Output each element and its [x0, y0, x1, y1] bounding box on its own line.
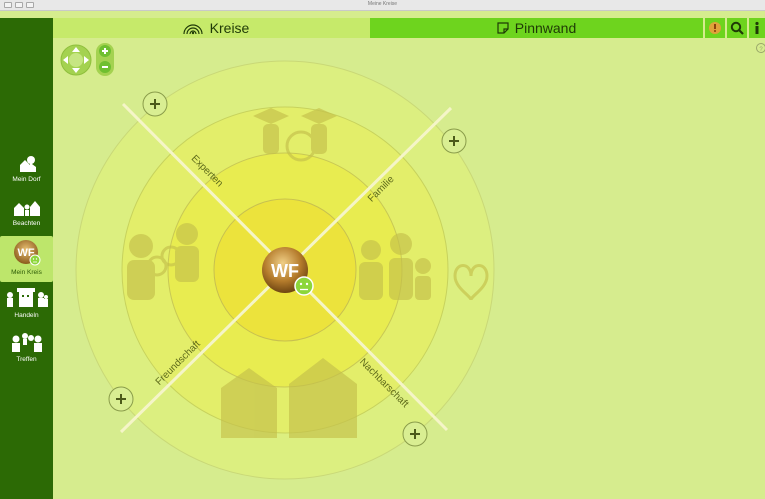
alert-badge-icon: [709, 22, 721, 34]
info-icon: [755, 21, 759, 34]
sidebar-item-label: Mein Kreis: [11, 269, 42, 276]
tab-pinnwand[interactable]: Pinnwand: [370, 18, 703, 38]
add-freundschaft-button[interactable]: [108, 386, 134, 412]
sidebar-item-beachten[interactable]: Beachten: [0, 196, 53, 227]
note-icon: [497, 22, 509, 34]
zoom-control: [96, 43, 114, 76]
tab-kreise[interactable]: Kreise: [53, 18, 378, 38]
village-icon: [19, 156, 36, 172]
meet-icon: [11, 333, 42, 352]
sidebar-item-label: Beachten: [12, 220, 41, 227]
window-title: Meine Kreise: [367, 1, 398, 7]
handeln-icon: [6, 288, 48, 307]
mood-neutral-icon: [294, 276, 314, 296]
info-button[interactable]: [749, 18, 765, 38]
sidebar: Mein Dorf Beachten WF Mein Kreis Handeln…: [0, 18, 53, 499]
circle-stage: ? Experten Familie Freundschaft Nachbars…: [60, 43, 765, 480]
top-tabs: Kreise Pinnwand: [8, 18, 765, 38]
sidebar-item-mein-kreis[interactable]: WF Mein Kreis: [0, 236, 53, 282]
window-titlebar: Meine Kreise: [0, 0, 765, 11]
help-icon[interactable]: ?: [756, 43, 765, 54]
pan-control[interactable]: [60, 44, 92, 76]
alert-badge-button[interactable]: [705, 18, 725, 38]
search-icon: [730, 21, 744, 35]
sidebar-item-label: Mein Dorf: [12, 176, 41, 183]
sidebar-item-handeln[interactable]: Handeln: [0, 286, 53, 319]
add-experten-button[interactable]: [142, 91, 168, 117]
avatar-initials: WF: [271, 261, 299, 281]
sidebar-item-mein-dorf[interactable]: Mein Dorf: [0, 152, 53, 183]
sidebar-item-treffen[interactable]: Treffen: [0, 330, 53, 363]
circles-icon: [182, 21, 204, 35]
add-nachbarschaft-button[interactable]: [402, 421, 428, 447]
sidebar-item-label: Treffen: [16, 356, 37, 363]
people-icon: [13, 201, 40, 216]
add-familie-button[interactable]: [441, 128, 467, 154]
tab-kreise-label: Kreise: [209, 20, 250, 36]
tab-pinnwand-label: Pinnwand: [514, 20, 577, 36]
search-button[interactable]: [727, 18, 747, 38]
sidebar-item-label: Handeln: [14, 312, 39, 319]
zoom-in-button[interactable]: [99, 45, 111, 57]
zoom-out-button[interactable]: [99, 61, 111, 73]
avatar-icon: WF: [13, 240, 40, 266]
app-window: Meine Kreise Mein Dorf Beachten WF Mein …: [0, 0, 765, 499]
